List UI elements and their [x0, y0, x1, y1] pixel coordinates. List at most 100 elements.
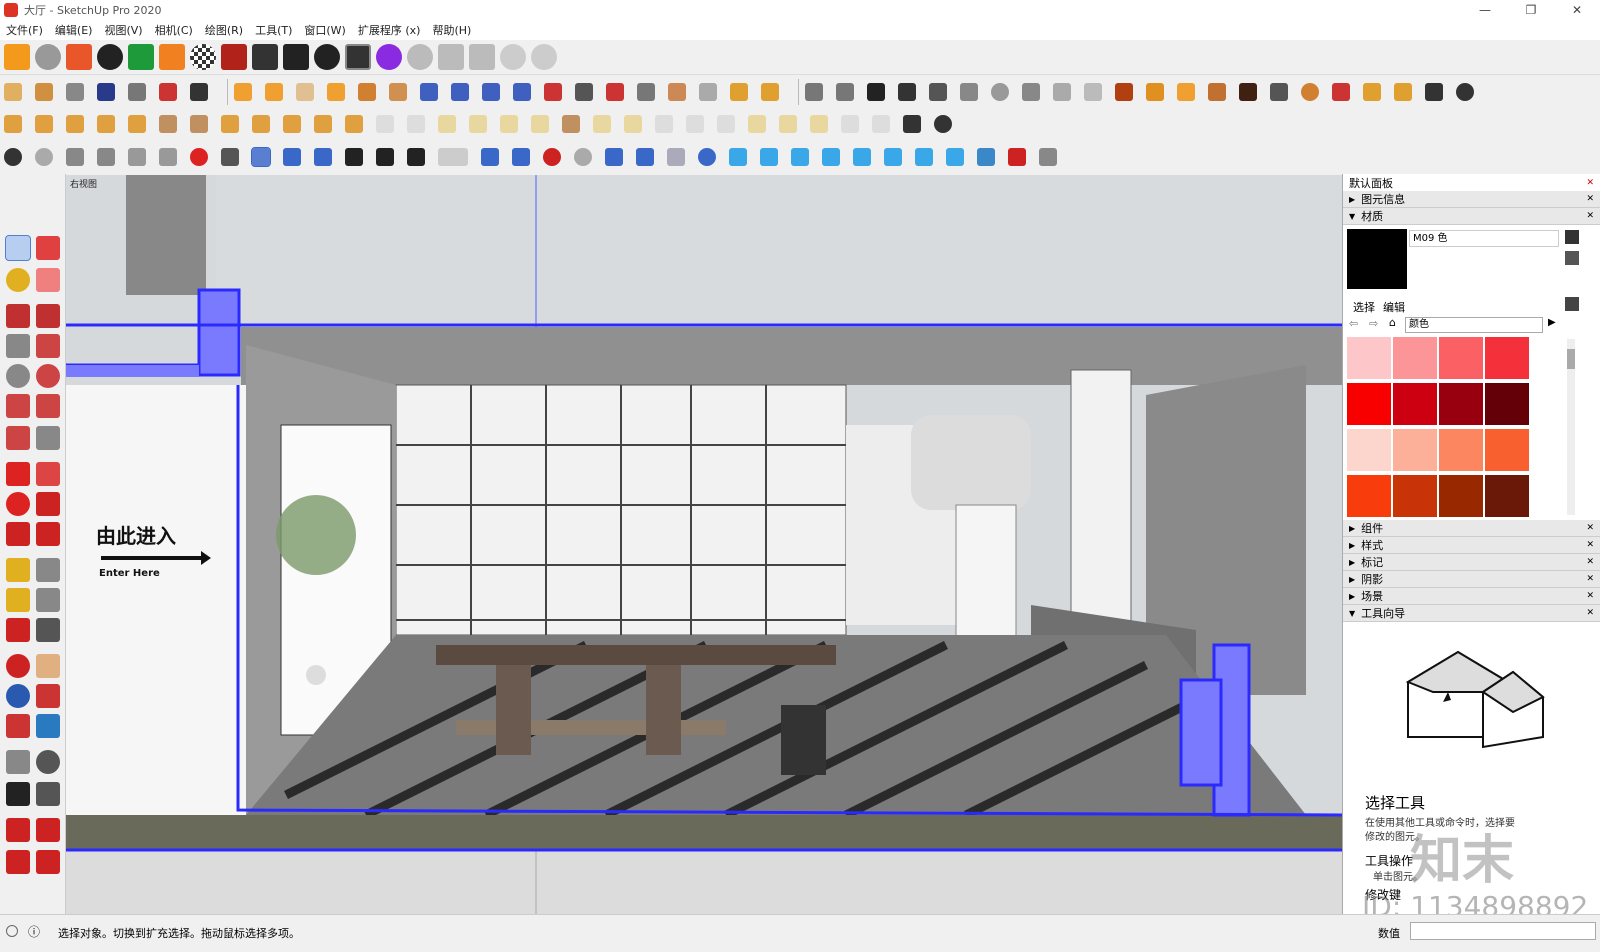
back-icon[interactable]: ⇦	[1349, 317, 1358, 330]
swatch[interactable]	[1393, 429, 1437, 471]
rotate-icon[interactable]	[6, 492, 30, 516]
shape-21-icon[interactable]	[624, 115, 642, 133]
sel-alt-icon[interactable]	[35, 82, 53, 101]
section-shadows[interactable]: ▶ 阴影 ✕	[1343, 571, 1600, 588]
info-status-icon[interactable]: ⓘ	[28, 923, 40, 940]
auto-2-icon[interactable]	[1363, 82, 1381, 101]
tool-h-icon[interactable]	[946, 148, 964, 166]
shape-3-icon[interactable]	[66, 115, 84, 133]
r-icon[interactable]	[97, 82, 115, 101]
scale-icon[interactable]	[6, 522, 30, 546]
plank-icon[interactable]	[1177, 82, 1195, 101]
details-arrow-icon[interactable]: ▶	[1548, 317, 1556, 328]
flag-icon[interactable]	[1146, 82, 1164, 101]
shape-7-icon[interactable]	[190, 115, 208, 133]
pipe-icon[interactable]	[805, 82, 823, 101]
swatch[interactable]	[1485, 337, 1529, 379]
manu-icon[interactable]	[761, 82, 779, 101]
shape-15-icon[interactable]	[438, 115, 456, 133]
shape-13-icon[interactable]	[376, 115, 394, 133]
shape-12-icon[interactable]	[345, 115, 363, 133]
export-icon[interactable]	[66, 44, 92, 70]
shape-25-icon[interactable]	[748, 115, 766, 133]
block-icon[interactable]	[867, 82, 885, 101]
zoom-window-icon[interactable]	[36, 684, 60, 708]
tools-icon[interactable]	[345, 44, 371, 70]
3d-text-icon[interactable]	[36, 618, 60, 642]
pages-icon[interactable]	[668, 82, 686, 101]
section-styles[interactable]: ▶ 样式 ✕	[1343, 537, 1600, 554]
offset-icon[interactable]	[36, 522, 60, 546]
shape-16-icon[interactable]	[469, 115, 487, 133]
model-viewport[interactable]: 右视图 由此进入 Enter Here	[66, 175, 1342, 915]
section-plane-icon[interactable]	[36, 782, 60, 806]
section-close-icon[interactable]: ✕	[1586, 540, 1594, 550]
tool-a-icon[interactable]	[729, 148, 747, 166]
settings-icon[interactable]	[252, 44, 278, 70]
shape-24-icon[interactable]	[717, 115, 735, 133]
figure-icon[interactable]	[1208, 82, 1226, 101]
material-name-field[interactable]: M09 色	[1409, 230, 1559, 247]
eraser-icon[interactable]	[36, 268, 60, 292]
tool-k-icon[interactable]	[1039, 148, 1057, 166]
select-tool-icon[interactable]	[5, 235, 31, 261]
menu-window[interactable]: 窗口(W)	[304, 22, 345, 38]
model-icon[interactable]	[407, 148, 425, 166]
shape-9-icon[interactable]	[252, 115, 270, 133]
donut-icon[interactable]	[1301, 82, 1319, 101]
wall-icon[interactable]	[234, 82, 252, 101]
cross-icon[interactable]	[513, 82, 531, 101]
walk-icon[interactable]	[6, 782, 30, 806]
polygon-icon[interactable]	[36, 364, 60, 388]
shape-17-icon[interactable]	[500, 115, 518, 133]
shape-4-icon[interactable]	[97, 115, 115, 133]
freehand-icon[interactable]	[36, 304, 60, 328]
section-scenes[interactable]: ▶ 场景 ✕	[1343, 588, 1600, 605]
shape-10-icon[interactable]	[283, 115, 301, 133]
share-model-icon[interactable]	[36, 818, 60, 842]
swatch[interactable]	[1347, 383, 1391, 425]
orbit-icon[interactable]	[407, 44, 433, 70]
previous-view-icon[interactable]	[36, 714, 60, 738]
swatch[interactable]	[1439, 337, 1483, 379]
swatch[interactable]	[1393, 475, 1437, 517]
hook-icon[interactable]	[1053, 82, 1071, 101]
delete-line-icon[interactable]	[544, 82, 562, 101]
text-tool-icon[interactable]	[36, 588, 60, 612]
pencil-icon[interactable]	[6, 304, 30, 328]
shape-5-icon[interactable]	[128, 115, 146, 133]
axes-icon[interactable]	[221, 148, 239, 166]
ruby-icon[interactable]	[36, 850, 60, 874]
section-close-icon[interactable]: ✕	[1586, 211, 1594, 221]
help-2-icon[interactable]	[934, 115, 952, 133]
section-tags[interactable]: ▶ 标记 ✕	[1343, 554, 1600, 571]
zoom-icon[interactable]	[6, 684, 30, 708]
chart-icon[interactable]	[159, 44, 185, 70]
geo-location-icon[interactable]	[6, 925, 18, 937]
menu-extensions[interactable]: 扩展程序 (x)	[358, 22, 421, 38]
section-close-icon[interactable]: ✕	[1586, 523, 1594, 533]
eyedropper-icon[interactable]	[1565, 297, 1579, 311]
swatch[interactable]	[1393, 337, 1437, 379]
gear-flower-icon[interactable]	[531, 44, 557, 70]
section-close-icon[interactable]: ✕	[1586, 194, 1594, 204]
shape-14-icon[interactable]	[407, 115, 425, 133]
extension-icon[interactable]	[6, 850, 30, 874]
position-camera-icon[interactable]	[6, 750, 30, 774]
arc-3-icon[interactable]	[6, 426, 30, 450]
auto-icon[interactable]	[730, 82, 748, 101]
door-icon[interactable]	[265, 82, 283, 101]
swatch[interactable]	[1485, 429, 1529, 471]
tool-j-icon[interactable]	[1008, 148, 1026, 166]
shape-26-icon[interactable]	[779, 115, 797, 133]
move-icon[interactable]	[6, 462, 30, 486]
follow-me-icon[interactable]	[36, 492, 60, 516]
tool-i-icon[interactable]	[977, 148, 995, 166]
tool-g-icon[interactable]	[915, 148, 933, 166]
create-material-icon[interactable]	[1565, 230, 1579, 244]
shape-27-icon[interactable]	[810, 115, 828, 133]
section-close-icon[interactable]: ✕	[1586, 591, 1594, 601]
stair-icon[interactable]	[327, 82, 345, 101]
menu-edit[interactable]: 编辑(E)	[55, 22, 93, 38]
dimension-icon[interactable]	[36, 558, 60, 582]
